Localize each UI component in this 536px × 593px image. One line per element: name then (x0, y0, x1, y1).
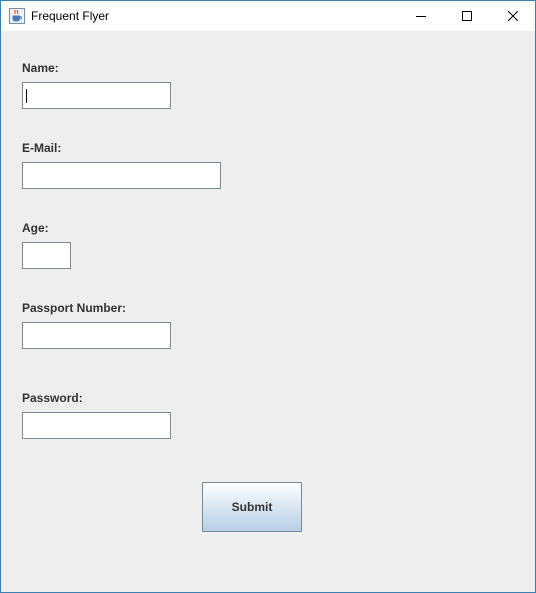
close-button[interactable] (490, 1, 536, 31)
title-bar[interactable]: Frequent Flyer (1, 1, 535, 31)
passport-number-label: Passport Number: (22, 301, 127, 315)
minimize-icon (416, 16, 426, 17)
text-caret (26, 89, 27, 103)
email-field[interactable] (22, 162, 221, 189)
java-coffee-cup-icon[interactable] (9, 8, 25, 24)
age-label: Age: (22, 221, 49, 235)
app-window: Frequent Flyer Name: E-Mail: Age: Passpo… (0, 0, 536, 593)
form-panel: Name: E-Mail: Age: Passport Number: Pass… (1, 32, 535, 592)
password-label: Password: (22, 391, 83, 405)
maximize-button[interactable] (444, 1, 490, 31)
passport-number-field[interactable] (22, 322, 171, 349)
minimize-button[interactable] (398, 1, 444, 31)
name-field[interactable] (22, 82, 171, 109)
name-label: Name: (22, 61, 59, 75)
window-title: Frequent Flyer (31, 9, 110, 23)
age-field[interactable] (22, 242, 71, 269)
email-label: E-Mail: (22, 141, 62, 155)
submit-button[interactable]: Submit (202, 482, 302, 532)
password-field[interactable] (22, 412, 171, 439)
close-icon (508, 11, 518, 21)
maximize-icon (462, 11, 472, 21)
